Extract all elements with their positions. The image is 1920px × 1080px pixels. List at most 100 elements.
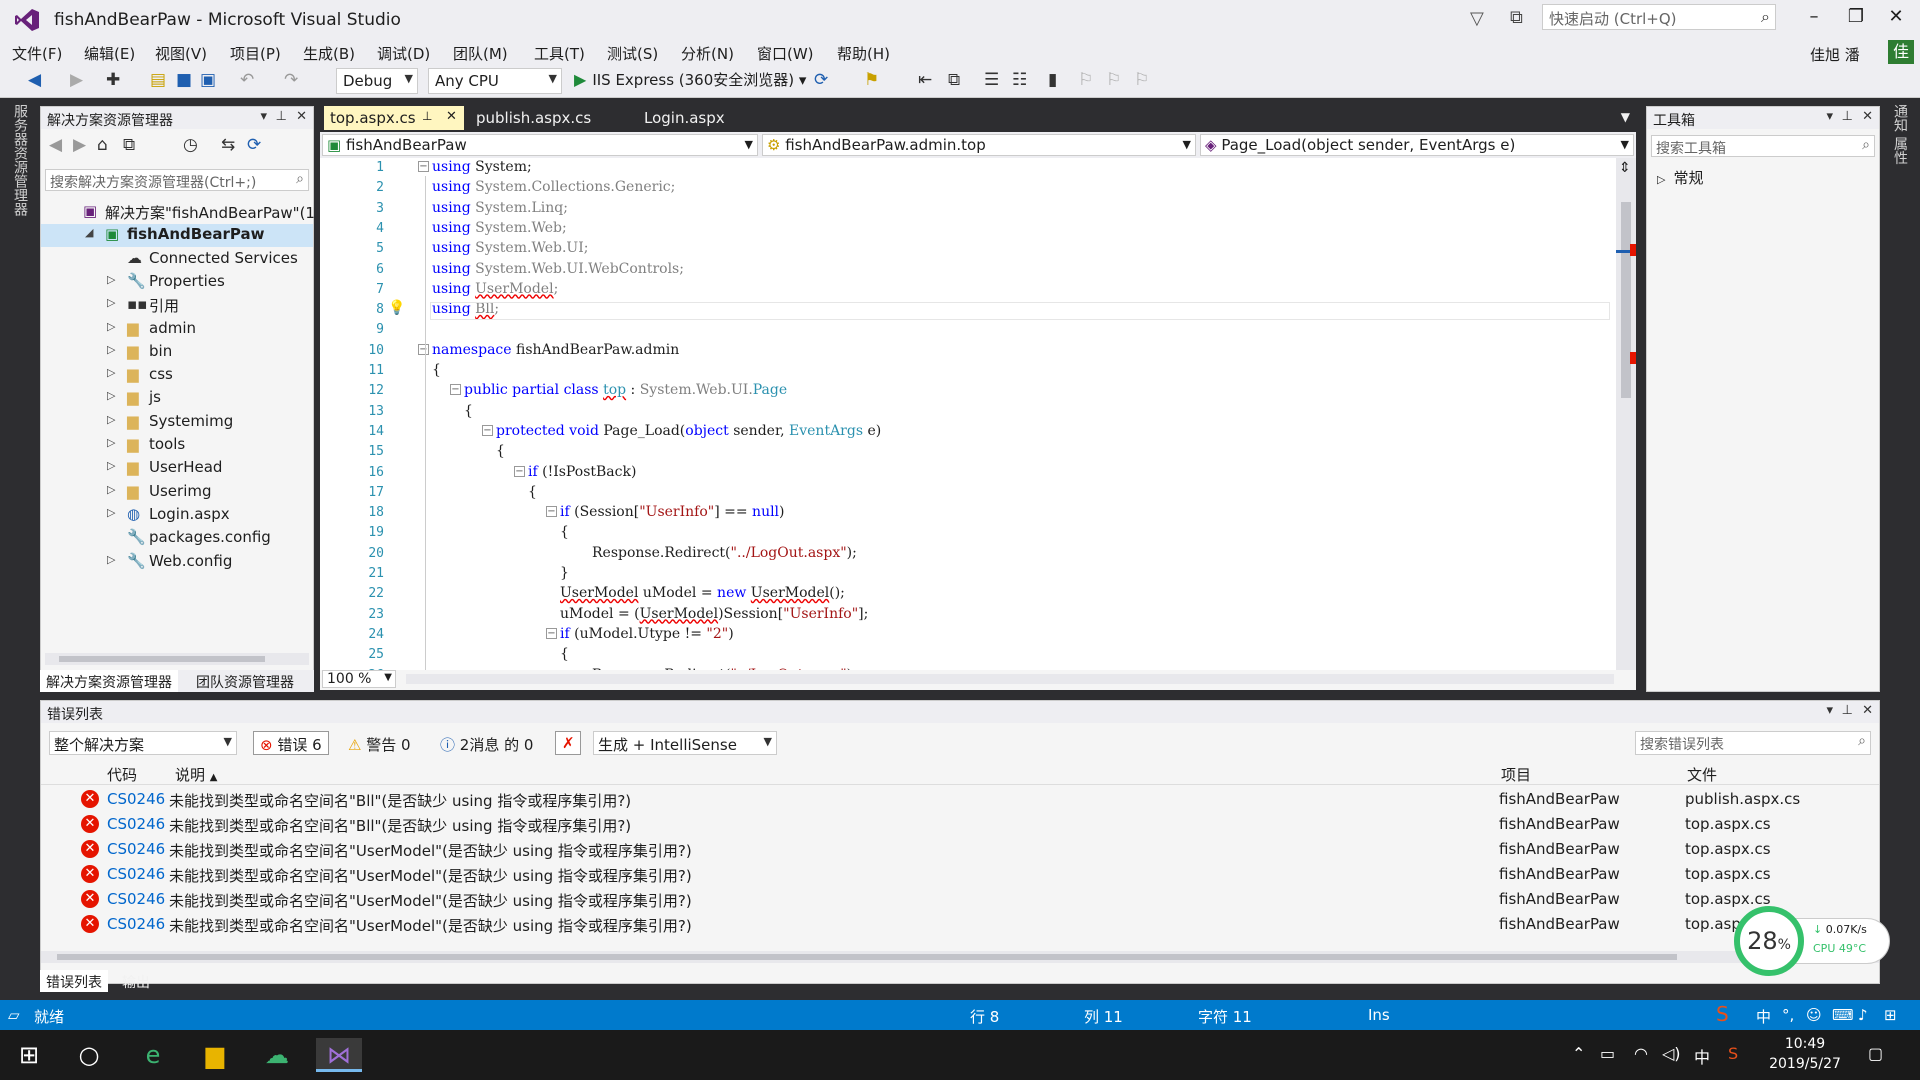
- next-bookmark-icon[interactable]: ⚐: [1106, 70, 1121, 90]
- windows-start-icon[interactable]: ⊞: [6, 1038, 52, 1072]
- warnings-filter-button[interactable]: ⚠ 警告 0: [341, 731, 418, 755]
- code-line[interactable]: 13 {: [320, 402, 1616, 422]
- back-icon[interactable]: ◀: [28, 70, 41, 90]
- menu-team[interactable]: 团队(M): [453, 43, 508, 64]
- browser-link-icon[interactable]: ⚑: [864, 70, 879, 90]
- toolbox-group-general[interactable]: ▷ 常规: [1657, 167, 1703, 188]
- sogou-ime-icon[interactable]: S: [1716, 1002, 1729, 1026]
- refresh-icon[interactable]: ⟳: [247, 135, 261, 155]
- sync-icon[interactable]: ⇆: [221, 135, 235, 155]
- redo-icon[interactable]: ↷: [284, 70, 298, 90]
- tree-item[interactable]: ▷ ◍ Login.aspx: [41, 504, 313, 527]
- tab-overflow-icon[interactable]: ▼: [1621, 110, 1630, 124]
- fold-toggle-icon[interactable]: −: [418, 161, 429, 172]
- editor-vertical-scrollbar[interactable]: ⇕: [1616, 158, 1636, 670]
- collapse-icon[interactable]: ◢: [85, 226, 93, 239]
- cortana-search-icon[interactable]: ○: [66, 1038, 112, 1072]
- pending-changes-icon[interactable]: ◷: [183, 135, 198, 155]
- close-icon[interactable]: ✕: [1862, 109, 1873, 124]
- error-code[interactable]: CS0246: [107, 840, 165, 858]
- code-line[interactable]: 6 using System.Web.UI.WebControls;: [320, 260, 1616, 280]
- ime-toolbox-icon[interactable]: ⊞: [1884, 1006, 1897, 1024]
- save-all-icon[interactable]: ▣: [200, 70, 216, 90]
- expand-icon[interactable]: ▷: [107, 296, 115, 309]
- tab-solution-explorer[interactable]: 解决方案资源管理器: [40, 670, 178, 692]
- tree-item[interactable]: ▷ ▆ tools: [41, 434, 313, 457]
- back-icon[interactable]: ◀: [49, 135, 62, 155]
- clear-filter-icon[interactable]: ✗: [555, 731, 581, 755]
- comment-icon[interactable]: ☰: [984, 70, 999, 90]
- tray-chevron-up-icon[interactable]: ⌃: [1572, 1044, 1585, 1063]
- chevron-down-icon[interactable]: ▾: [1826, 703, 1833, 718]
- error-code[interactable]: CS0246: [107, 890, 165, 908]
- code-line[interactable]: 10 − namespace fishAndBearPaw.admin: [320, 341, 1616, 361]
- split-icon[interactable]: ⇕: [1619, 160, 1631, 176]
- ime-keyboard-icon[interactable]: ⌨: [1832, 1006, 1854, 1024]
- ime-punctuation-icon[interactable]: °,: [1782, 1006, 1794, 1024]
- chevron-down-icon[interactable]: ▾: [260, 109, 267, 124]
- project-dropdown[interactable]: ▣ fishAndBearPaw ▼: [322, 134, 758, 156]
- scrollbar-thumb[interactable]: [59, 656, 265, 662]
- horizontal-scrollbar[interactable]: [45, 653, 309, 665]
- code-line[interactable]: 2 using System.Collections.Generic;: [320, 178, 1616, 198]
- expand-icon[interactable]: ▷: [107, 413, 115, 426]
- errors-filter-button[interactable]: ⊗ 错误 6: [253, 731, 329, 755]
- tree-item[interactable]: ▷ ▆ Userimg: [41, 481, 313, 504]
- table-row[interactable]: ✕ CS0246 未能找到类型或命名空间名"UserModel"(是否缺少 usin…: [41, 887, 1879, 912]
- editor-horizontal-scrollbar[interactable]: [406, 674, 1614, 684]
- menu-view[interactable]: 视图(V): [155, 43, 207, 64]
- error-code[interactable]: CS0246: [107, 815, 165, 833]
- start-debugging-button[interactable]: ▶ IIS Express (360安全浏览器) ▾: [574, 69, 806, 90]
- notifications-properties-tab[interactable]: 通知 属性: [1892, 104, 1910, 164]
- pin-icon[interactable]: ⊥: [276, 109, 287, 124]
- tree-item[interactable]: ▷ ▆ Systemimg: [41, 411, 313, 434]
- forward-icon[interactable]: ▶: [73, 135, 86, 155]
- tab-login-aspx[interactable]: Login.aspx: [638, 106, 731, 130]
- sogou-tray-icon[interactable]: S: [1728, 1044, 1738, 1063]
- tab-error-list[interactable]: 错误列表: [40, 970, 108, 992]
- code-line[interactable]: 25 {: [320, 645, 1616, 665]
- user-name[interactable]: 佳旭 潘: [1810, 44, 1860, 65]
- performance-widget[interactable]: ↓ 0.07K/s CPU 49°C 28%: [1734, 906, 1894, 976]
- code-line[interactable]: 16 − if (!IsPostBack): [320, 463, 1616, 483]
- code-line[interactable]: 7 using UserModel;: [320, 280, 1616, 300]
- table-row[interactable]: ✕ CS0246 未能找到类型或命名空间名"UserModel"(是否缺少 usin…: [41, 837, 1879, 862]
- expand-icon[interactable]: ▷: [107, 459, 115, 472]
- tab-publish-aspx-cs[interactable]: publish.aspx.cs: [470, 106, 597, 130]
- filter-icon[interactable]: ▽: [1470, 8, 1484, 29]
- fold-toggle-icon[interactable]: −: [514, 465, 525, 477]
- tree-item[interactable]: ▷ ▆ admin: [41, 318, 313, 341]
- expand-icon[interactable]: ▷: [107, 273, 115, 286]
- table-row[interactable]: ✕ CS0246 未能找到类型或命名空间名"Bll"(是否缺少 using 指令或程…: [41, 812, 1879, 837]
- code-line[interactable]: 15 {: [320, 442, 1616, 462]
- menu-help[interactable]: 帮助(H): [837, 43, 890, 64]
- horizontal-scrollbar[interactable]: [41, 951, 1879, 963]
- code-line[interactable]: 9: [320, 320, 1616, 340]
- menu-build[interactable]: 生成(B): [303, 43, 355, 64]
- error-code[interactable]: CS0246: [107, 865, 165, 883]
- messages-filter-button[interactable]: ⓘ 2消息 的 0: [433, 731, 540, 755]
- tree-item[interactable]: ▷ ▆ bin: [41, 341, 313, 364]
- tab-team-explorer[interactable]: 团队资源管理器: [190, 670, 300, 692]
- tree-item[interactable]: ▷ ▆ UserHead: [41, 457, 313, 480]
- battery-icon[interactable]: ▭: [1600, 1044, 1615, 1063]
- table-row[interactable]: ✕ CS0246 未能找到类型或命名空间名"UserModel"(是否缺少 usin…: [41, 912, 1879, 937]
- zoom-select[interactable]: 100 % ▼: [322, 670, 396, 688]
- configuration-select[interactable]: Debug ▼: [336, 68, 418, 94]
- feedback-icon[interactable]: ⧉: [1510, 7, 1523, 28]
- close-icon[interactable]: ✕: [296, 109, 307, 124]
- quick-launch-input[interactable]: 快速启动 (Ctrl+Q) ⌕: [1542, 4, 1776, 30]
- undo-icon[interactable]: ↶: [240, 70, 254, 90]
- scope-select[interactable]: 整个解决方案 ▼: [49, 731, 237, 755]
- code-line[interactable]: 5 using System.Web.UI;: [320, 239, 1616, 259]
- tree-item[interactable]: ▣ 解决方案"fishAndBearPaw"(1 个项: [41, 201, 350, 224]
- step-icon[interactable]: ⇤: [918, 70, 932, 90]
- ime-voice-icon[interactable]: ♪: [1858, 1006, 1868, 1024]
- wifi-icon[interactable]: ◠: [1634, 1044, 1648, 1063]
- column-description[interactable]: 说明 ▲: [175, 764, 218, 785]
- column-file[interactable]: 文件: [1687, 764, 1717, 785]
- tree-item[interactable]: ▷ ▆ css: [41, 364, 313, 387]
- system-clock[interactable]: 10:49 2019/5/27: [1762, 1034, 1848, 1074]
- code-line[interactable]: 22 UserModel uModel = new UserModel();: [320, 584, 1616, 604]
- fold-toggle-icon[interactable]: −: [546, 627, 557, 639]
